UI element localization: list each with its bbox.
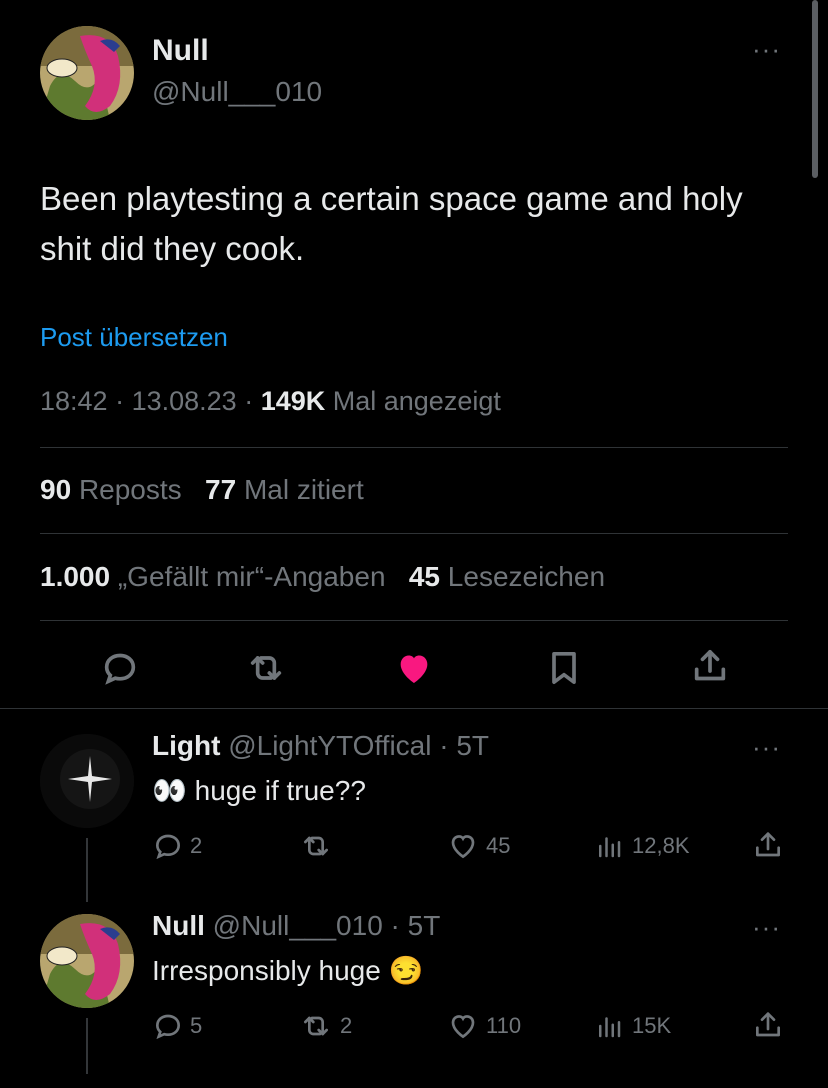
bookmarks-count: 45 <box>408 561 441 592</box>
thread-line <box>86 838 88 902</box>
reply-count: 2 <box>190 833 203 858</box>
reply-action-like[interactable]: 45 <box>446 830 510 862</box>
reply-action-reply[interactable]: 2 <box>152 830 202 862</box>
bookmarks-label: Lesezeichen <box>447 561 606 592</box>
reply-icon[interactable] <box>100 648 140 688</box>
bookmarks-stat[interactable]: 45 Lesezeichen <box>409 561 605 592</box>
post-date[interactable]: 13.08.23 <box>132 386 237 416</box>
translate-link[interactable]: Post übersetzen <box>40 322 228 353</box>
like-stats: 1.000 „Gefällt mir“-Angaben 45 Lesezeich… <box>40 561 605 593</box>
likes-stat[interactable]: 1.000 „Gefällt mir“-Angaben <box>40 561 386 592</box>
reply-text-content: Irresponsibly huge <box>152 955 381 986</box>
reposts-stat[interactable]: 90 Reposts <box>40 474 182 505</box>
view-count: 15K <box>632 1013 672 1038</box>
repost-icon <box>304 1016 328 1036</box>
repost-icon <box>304 836 328 856</box>
reply-count: 5 <box>190 1013 203 1038</box>
reply-avatar[interactable] <box>40 734 134 828</box>
reply-avatar[interactable] <box>40 914 134 1008</box>
reply-author-handle[interactable]: @Null___010 <box>213 910 383 941</box>
repost-icon[interactable] <box>244 648 288 688</box>
thread-line <box>86 1018 88 1074</box>
more-icon[interactable]: ··· <box>752 36 781 62</box>
views-icon <box>599 837 621 858</box>
like-icon[interactable] <box>394 648 434 688</box>
like-icon <box>451 835 475 859</box>
post-text: Been playtesting a certain space game an… <box>40 180 743 267</box>
reply-action-like[interactable]: 110 <box>446 1010 521 1042</box>
reply-action-repost[interactable] <box>298 830 340 862</box>
reply-action-views[interactable]: 12,8K <box>594 830 690 862</box>
reply-text: Irresponsibly huge 😏 <box>152 954 423 987</box>
divider <box>0 708 828 709</box>
reply-author-name[interactable]: Light <box>152 730 220 761</box>
more-icon[interactable]: ··· <box>752 914 781 940</box>
reply-text-content: huge if true?? <box>194 775 366 806</box>
share-icon[interactable] <box>752 1008 784 1047</box>
views-label: Mal angezeigt <box>332 386 501 416</box>
eyes-emoji: 👀 <box>152 775 187 806</box>
more-icon[interactable]: ··· <box>752 734 781 760</box>
reply-icon <box>155 834 181 860</box>
author-name[interactable]: Null <box>152 34 209 68</box>
quotes-count: 77 <box>205 474 237 505</box>
like-count: 110 <box>486 1013 522 1038</box>
reply-action-views[interactable]: 15K <box>594 1010 671 1042</box>
like-count: 45 <box>486 833 511 858</box>
reposts-label: Reposts <box>78 474 182 505</box>
views-icon <box>599 1017 621 1038</box>
repost-stats: 90 Reposts 77 Mal zitiert <box>40 474 364 506</box>
views-count: 149K <box>260 386 326 416</box>
quotes-label: Mal zitiert <box>243 474 364 505</box>
repost-count: 2 <box>340 1013 353 1038</box>
likes-label: „Gefällt mir“-Angaben <box>117 561 386 592</box>
scrollbar[interactable] <box>812 0 818 178</box>
reply-header: Light @LightYTOffical · 5T <box>152 730 490 761</box>
reply-age[interactable]: 5T <box>408 910 441 941</box>
reposts-count: 90 <box>40 474 72 505</box>
likes-count: 1.000 <box>40 561 111 592</box>
post-time[interactable]: 18:42 <box>40 386 108 416</box>
reply-author-name[interactable]: Null <box>152 910 205 941</box>
share-icon[interactable] <box>690 646 730 686</box>
reply-header: Null @Null___010 · 5T <box>152 910 441 941</box>
author-handle[interactable]: @Null___010 <box>152 76 322 108</box>
author-avatar[interactable] <box>40 26 134 120</box>
post-meta: 18:42 · 13.08.23 · 149K Mal angezeigt <box>40 386 501 416</box>
view-count: 12,8K <box>632 833 690 858</box>
reply-action-repost[interactable]: 2 <box>298 1010 352 1042</box>
quotes-stat[interactable]: 77 Mal zitiert <box>205 474 364 505</box>
like-icon <box>451 1015 475 1039</box>
divider <box>40 447 788 448</box>
smirk-emoji: 😏 <box>388 955 424 986</box>
share-icon[interactable] <box>752 828 784 867</box>
reply-icon <box>155 1014 181 1040</box>
divider <box>40 620 788 621</box>
reply-text: 👀 huge if true?? <box>152 774 366 807</box>
reply-age[interactable]: 5T <box>456 730 489 761</box>
divider <box>40 533 788 534</box>
reply-author-handle[interactable]: @LightYTOffical <box>228 730 431 761</box>
reply-action-reply[interactable]: 5 <box>152 1010 202 1042</box>
bookmark-icon[interactable] <box>544 648 584 688</box>
